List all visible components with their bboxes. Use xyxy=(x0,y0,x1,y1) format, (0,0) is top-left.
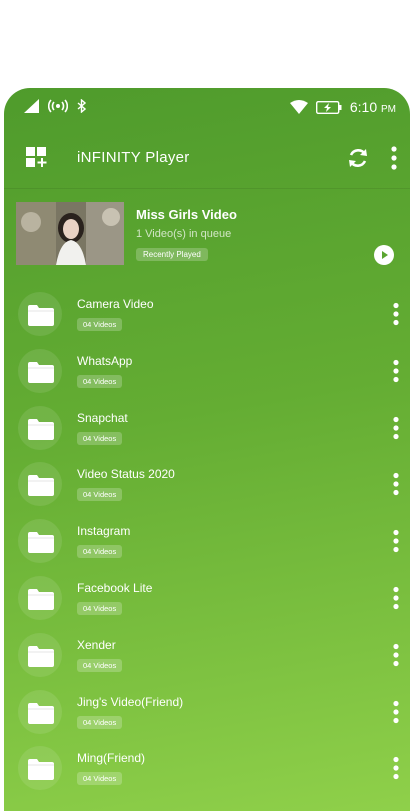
more-vertical-icon[interactable] xyxy=(392,700,400,724)
folder-icon-bg xyxy=(18,292,62,336)
video-count-badge: 04 Videos xyxy=(77,601,123,615)
recent-queue-count: 1 Video(s) in queue xyxy=(136,228,232,240)
folder-icon-bg xyxy=(18,575,62,620)
recent-video-card[interactable]: Miss Girls Video 1 Video(s) in queue Rec… xyxy=(16,202,402,272)
bluetooth-icon xyxy=(77,99,86,113)
folder-item[interactable]: Xender 04 Videos xyxy=(4,627,410,684)
status-right: 6:10 PM xyxy=(289,99,396,115)
video-count-badge: 04 Videos xyxy=(77,772,123,786)
folder-name: Snapchat xyxy=(77,410,128,425)
more-vertical-icon[interactable] xyxy=(392,529,400,553)
folder-item[interactable]: WhatsApp 04 Videos xyxy=(4,343,410,400)
folder-name: Video Status 2020 xyxy=(77,467,175,482)
folder-name: Camera Video xyxy=(77,297,154,311)
hotspot-icon xyxy=(48,99,68,113)
folder-icon xyxy=(28,588,54,610)
status-bar: 6:10 PM xyxy=(4,88,410,128)
more-vertical-icon[interactable] xyxy=(392,472,400,496)
folder-icon xyxy=(28,305,54,326)
folder-item[interactable]: Snapchat 04 Videos xyxy=(4,400,410,457)
more-vertical-icon[interactable] xyxy=(392,302,400,326)
folder-icon-bg xyxy=(18,405,62,450)
folder-icon-bg xyxy=(18,746,62,791)
folder-item[interactable]: Ming(Friend) 04 Videos xyxy=(4,740,410,797)
folder-name: Facebook Lite xyxy=(77,580,153,595)
refresh-icon[interactable] xyxy=(346,146,370,170)
folder-icon xyxy=(28,361,54,383)
status-left xyxy=(24,99,86,113)
folder-name: Ming(Friend) xyxy=(77,751,146,766)
folder-icon-bg xyxy=(18,348,62,393)
folder-name: Xender xyxy=(77,637,116,652)
video-count-badge: 04 Videos xyxy=(77,431,123,445)
video-count-badge: 04 Videos xyxy=(77,318,123,331)
clock-ampm: PM xyxy=(381,104,396,115)
folder-item[interactable]: Facebook Lite 04 Videos xyxy=(4,570,410,627)
app-title: iNFINITY Player xyxy=(77,149,190,166)
recent-title: Miss Girls Video xyxy=(136,207,237,222)
folder-name: Jing's Video(Friend) xyxy=(77,694,184,709)
more-vertical-icon[interactable] xyxy=(390,145,398,171)
folder-icon xyxy=(28,702,54,724)
clock: 6:10 PM xyxy=(350,99,396,115)
folder-icon xyxy=(28,475,54,497)
more-vertical-icon[interactable] xyxy=(392,416,400,440)
video-count-badge: 04 Videos xyxy=(77,658,123,672)
folder-icon-bg xyxy=(18,632,62,677)
folder-list: Camera Video 04 Videos WhatsApp 04 Video… xyxy=(4,286,410,797)
wifi-icon xyxy=(289,100,308,114)
recent-badge: Recently Played xyxy=(136,248,208,261)
phone-screen: 6:10 PM iNFINITY Player Miss Girls Video… xyxy=(4,88,410,811)
video-count-badge: 04 Videos xyxy=(77,715,123,729)
folder-icon-bg xyxy=(18,519,62,564)
folder-item[interactable]: Jing's Video(Friend) 04 Videos xyxy=(4,684,410,741)
folder-icon xyxy=(28,759,54,781)
more-vertical-icon[interactable] xyxy=(392,756,400,780)
folder-icon xyxy=(28,418,54,440)
clock-time: 6:10 xyxy=(349,99,378,115)
folder-icon-bg xyxy=(18,689,62,734)
battery-icon xyxy=(315,100,342,114)
video-count-badge: 04 Videos xyxy=(77,545,123,559)
folder-icon xyxy=(28,532,54,554)
more-vertical-icon[interactable] xyxy=(392,586,400,610)
play-button[interactable] xyxy=(374,245,394,265)
app-header: iNFINITY Player xyxy=(4,133,410,181)
folder-name: WhatsApp xyxy=(77,353,133,368)
folder-item[interactable]: Camera Video 04 Videos xyxy=(4,286,410,343)
apps-add-icon[interactable] xyxy=(26,147,48,169)
signal-icon xyxy=(24,99,39,113)
folder-item[interactable]: Video Status 2020 04 Videos xyxy=(4,456,410,513)
folder-icon-bg xyxy=(18,462,62,507)
header-divider xyxy=(4,188,410,189)
more-vertical-icon[interactable] xyxy=(392,359,400,383)
video-thumbnail[interactable] xyxy=(16,202,124,265)
folder-icon xyxy=(28,645,54,667)
video-count-badge: 04 Videos xyxy=(77,374,123,388)
video-count-badge: 04 Videos xyxy=(77,488,123,502)
folder-item[interactable]: Instagram 04 Videos xyxy=(4,513,410,570)
folder-name: Instagram xyxy=(77,524,131,539)
more-vertical-icon[interactable] xyxy=(392,643,400,667)
